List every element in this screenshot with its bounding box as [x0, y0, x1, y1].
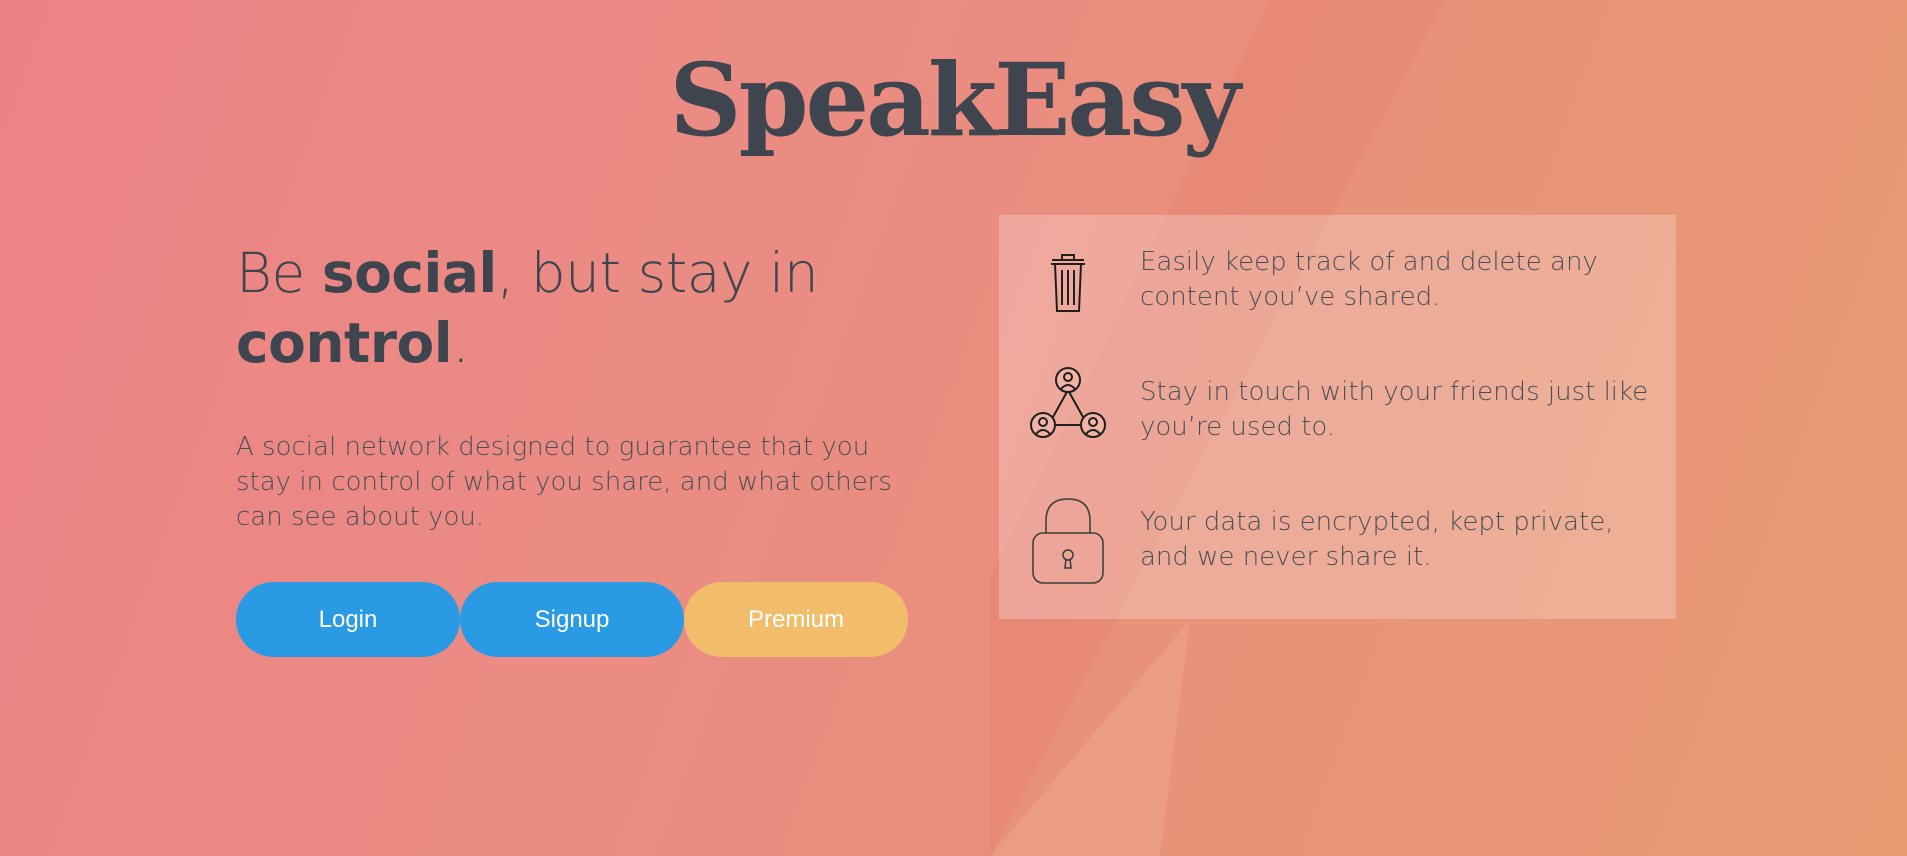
feature-item-friends: Stay in touch with your friends just lik… [999, 367, 1676, 485]
feature-text-privacy: Your data is encrypted, kept private, an… [1140, 507, 1614, 572]
headline-bold-control: control [236, 311, 453, 375]
headline-text-1: Be [236, 241, 322, 305]
trash-icon [1027, 245, 1109, 335]
action-buttons: Login Signup Premium [236, 582, 908, 657]
signup-button[interactable]: Signup [460, 582, 684, 657]
feature-text-delete: Easily keep track of and delete any cont… [1140, 247, 1598, 312]
headline-text-2: , but stay in [496, 241, 819, 305]
hero-section: Be social, but stay in control. A social … [236, 238, 926, 535]
brand-logo: SpeakEasy [669, 41, 1240, 159]
headline-period: . [452, 311, 470, 375]
login-button[interactable]: Login [236, 582, 460, 657]
premium-button[interactable]: Premium [684, 582, 908, 657]
feature-text-friends: Stay in touch with your friends just lik… [1140, 377, 1649, 442]
features-panel: Easily keep track of and delete any cont… [999, 215, 1676, 619]
feature-item-privacy: Your data is encrypted, kept private, an… [999, 498, 1676, 615]
network-icon [1027, 365, 1109, 455]
lock-icon [1027, 495, 1109, 585]
hero-headline: Be social, but stay in control. [236, 238, 926, 378]
hero-description: A social network designed to guarantee t… [236, 432, 892, 532]
feature-item-delete: Easily keep track of and delete any cont… [999, 245, 1676, 355]
headline-bold-social: social [321, 241, 497, 305]
